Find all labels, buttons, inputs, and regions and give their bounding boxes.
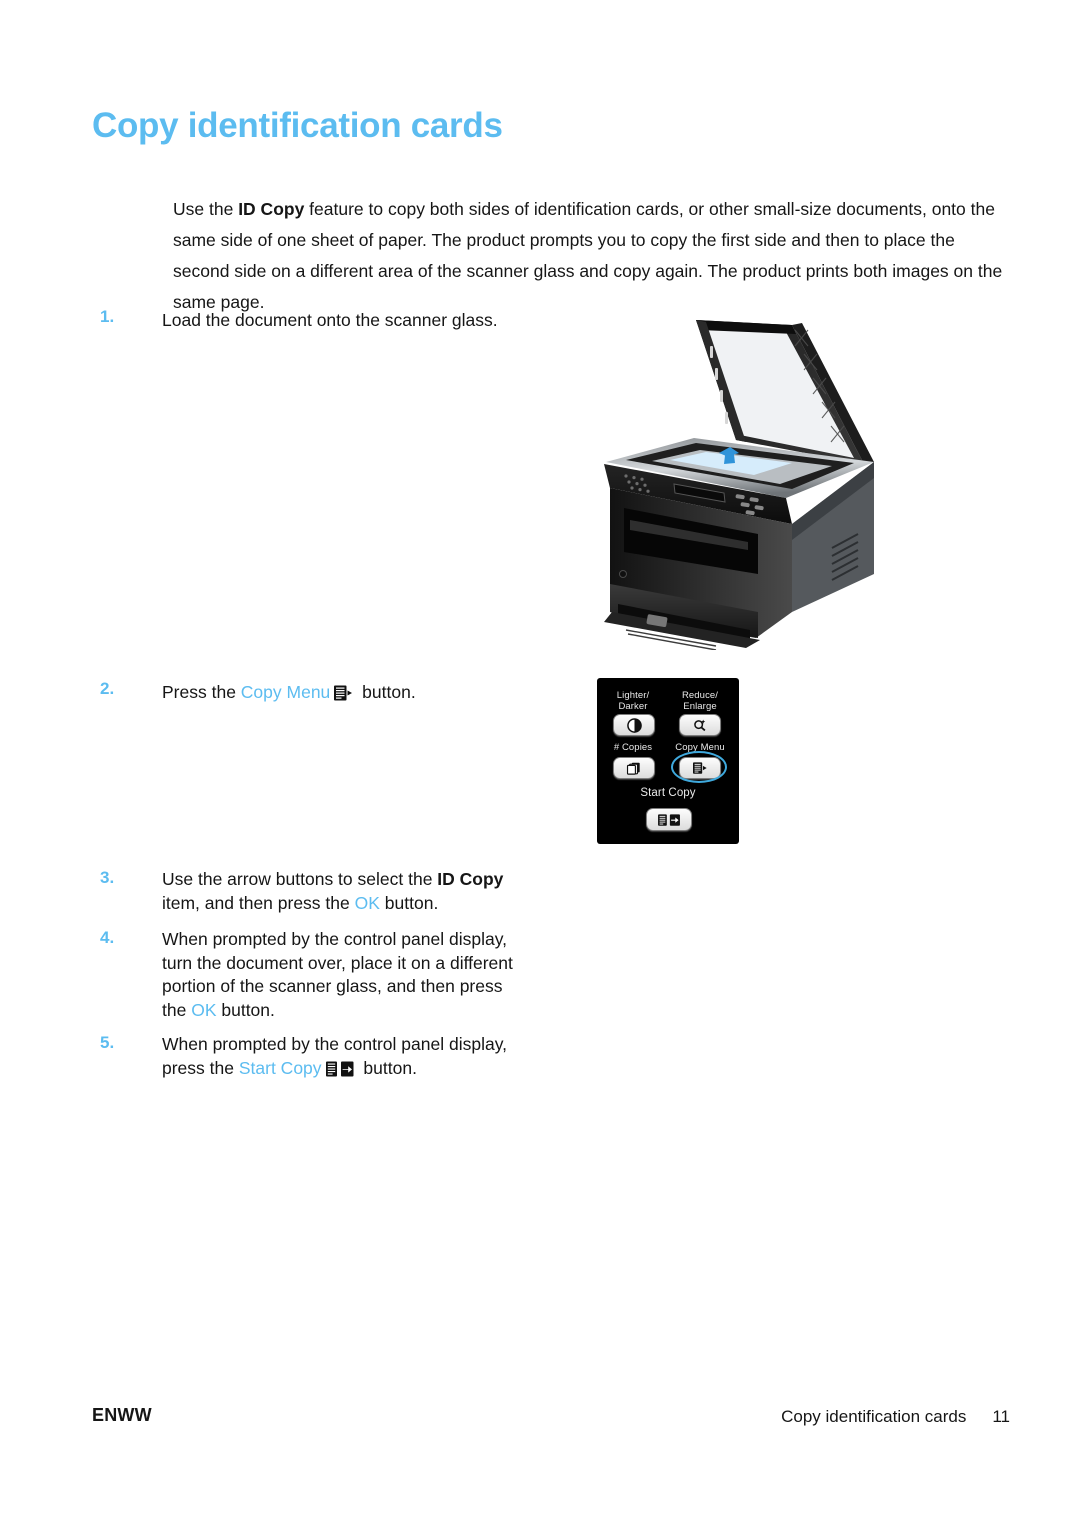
page-title: Copy identification cards [92, 106, 503, 145]
footer-locale: ENWW [92, 1405, 152, 1425]
step-text-5: When prompted by the control panel displ… [162, 1033, 520, 1080]
step-number-2: 2. [100, 679, 115, 698]
cp-button-lighter-darker[interactable] [613, 714, 655, 736]
cp-label-reduce-enlarge: Reduce/ Enlarge [671, 690, 729, 712]
cp-label-lighter-darker: Lighter/ Darker [605, 690, 661, 712]
step3-post: button. [379, 892, 439, 913]
start-copy-icon [656, 813, 682, 827]
step2-post: button. [357, 682, 416, 702]
cp-label-lighter-line2: Darker [618, 701, 648, 712]
step-number-5: 5. [100, 1033, 115, 1052]
footer-chapter-title: Copy identification cards [781, 1407, 967, 1426]
step4-accent-ok: OK [191, 999, 217, 1020]
step5-post: button. [358, 1057, 417, 1078]
footer-page-number: 11 [992, 1407, 1010, 1426]
cp-label-lighter-line1: Lighter/ [616, 690, 650, 701]
cp-button-start-copy[interactable] [646, 808, 692, 831]
document-page: Copy identification cards Use the ID Cop… [0, 0, 1080, 1529]
step3-accent-ok: OK [354, 892, 380, 913]
step5-accent-start-copy: Start Copy [238, 1057, 322, 1078]
step-number-3: 3. [100, 868, 115, 887]
cp-button-reduce-enlarge[interactable] [679, 714, 721, 736]
step2-pre: Press the [162, 682, 241, 702]
cp-label-copies: # Copies [613, 742, 653, 753]
printer-illustration [596, 312, 888, 650]
step3-bold-id-copy: ID Copy [437, 869, 504, 889]
intro-bold-id-copy: ID Copy [238, 198, 305, 219]
step3-mid: item, and then press the [162, 892, 355, 913]
step-number-1: 1. [100, 307, 115, 326]
step2-accent-copy-menu: Copy Menu [240, 682, 331, 702]
contrast-icon [626, 717, 642, 733]
step3-pre: Use the arrow buttons to select the [162, 869, 438, 889]
intro-paragraph: Use the ID Copy feature to copy both sid… [173, 194, 1015, 318]
step4-post: button. [216, 999, 275, 1020]
step-number-4: 4. [100, 928, 115, 947]
step-text-1: Load the document onto the scanner glass… [162, 310, 498, 330]
magnifier-icon [692, 718, 708, 733]
cp-label-start-copy: Start Copy [640, 787, 696, 799]
cp-button-number-of-copies[interactable] [613, 757, 655, 779]
stacked-pages-icon [626, 761, 642, 775]
copy-menu-icon [333, 684, 353, 702]
cp-label-reduce-line1: Reduce/ [681, 690, 719, 701]
control-panel-figure: Lighter/ Darker Reduce/ Enlarge # Copies… [597, 678, 739, 844]
intro-text-part1: Use the [173, 198, 239, 219]
start-copy-icon [325, 1060, 355, 1078]
step-text-2: Press the Copy Menu button. [162, 679, 416, 705]
copy-menu-highlight-ring [671, 751, 727, 783]
step-text-4: When prompted by the control panel displ… [162, 928, 520, 1022]
cp-label-reduce-line2: Enlarge [683, 701, 717, 712]
footer-chapter-and-page: Copy identification cards 11 [781, 1407, 1010, 1427]
step-text-3: Use the arrow buttons to select the ID C… [162, 868, 520, 915]
